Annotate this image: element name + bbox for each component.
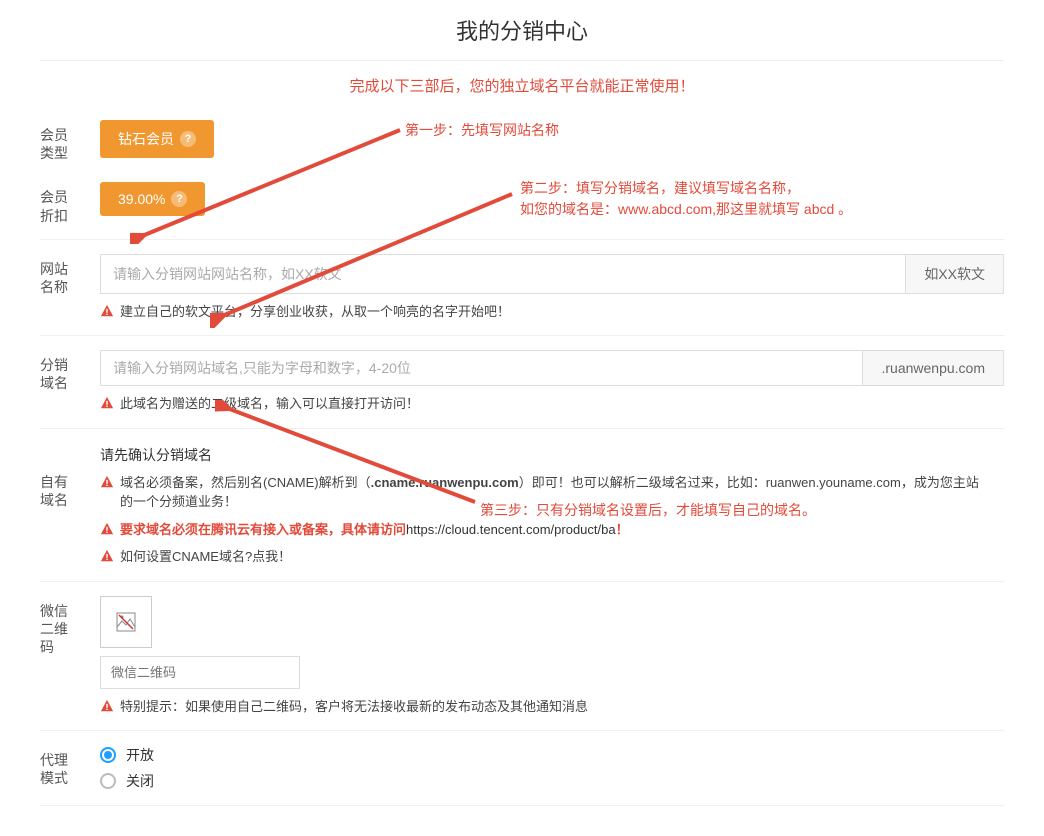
member-type-badge[interactable]: 钻石会员 ? [100, 120, 214, 158]
tencent-cloud-link[interactable]: https://cloud.tencent.com/product/ba [406, 522, 616, 537]
site-name-hint: 建立自己的软文平台，分享创业收获，从取一个响亮的名字开始吧！ [120, 302, 510, 322]
own-domain-line2: 要求域名必须在腾讯云有接入或备案，具体请访问https://cloud.tenc… [120, 520, 629, 540]
label-site-name: 网站名称 [40, 254, 90, 296]
site-name-addon: 如XX软文 [905, 254, 1004, 294]
dist-domain-input[interactable] [100, 350, 862, 386]
help-icon: ? [171, 191, 187, 207]
radio-close[interactable] [100, 773, 116, 789]
instruction-header: 完成以下三部后，您的独立域名平台就能正常使用！ [0, 61, 1044, 106]
broken-image-icon [116, 612, 136, 632]
dist-domain-hint: 此域名为赠送的二级域名，输入可以直接打开访问！ [120, 394, 419, 414]
warning-icon [100, 699, 114, 713]
own-domain-line1: 域名必须备案，然后别名(CNAME)解析到（.cname.ruanwenpu.c… [120, 473, 980, 512]
warning-icon [100, 304, 114, 318]
label-own-domain: 自有域名 [40, 443, 90, 509]
site-name-input[interactable] [100, 254, 905, 294]
warning-icon [100, 522, 114, 536]
warning-icon [100, 549, 114, 563]
discount-badge[interactable]: 39.00% ? [100, 182, 205, 216]
radio-open[interactable] [100, 747, 116, 763]
qr-hint: 特别提示：如果使用自己二维码，客户将无法接收最新的发布动态及其他通知消息 [120, 697, 588, 717]
label-mode: 代理模式 [40, 745, 90, 787]
radio-open-label: 开放 [126, 745, 154, 765]
label-discount: 会员折扣 [40, 182, 90, 224]
label-qr: 微信二维码 [40, 596, 90, 657]
warning-icon [100, 475, 114, 489]
cname-help-link[interactable]: 如何设置CNAME域名?点我！ [120, 547, 291, 567]
qr-image-placeholder[interactable] [100, 596, 152, 648]
warning-icon [100, 396, 114, 410]
label-member-type: 会员类型 [40, 120, 90, 162]
member-type-text: 钻石会员 [118, 129, 174, 149]
own-domain-heading: 请先确认分销域名 [100, 443, 1004, 465]
page-title: 我的分销中心 [0, 0, 1044, 60]
label-dist-domain: 分销域名 [40, 350, 90, 392]
dist-domain-addon: .ruanwenpu.com [862, 350, 1004, 386]
discount-value: 39.00% [118, 191, 165, 207]
help-icon: ? [180, 131, 196, 147]
radio-close-label: 关闭 [126, 771, 154, 791]
qr-input[interactable] [100, 656, 300, 689]
